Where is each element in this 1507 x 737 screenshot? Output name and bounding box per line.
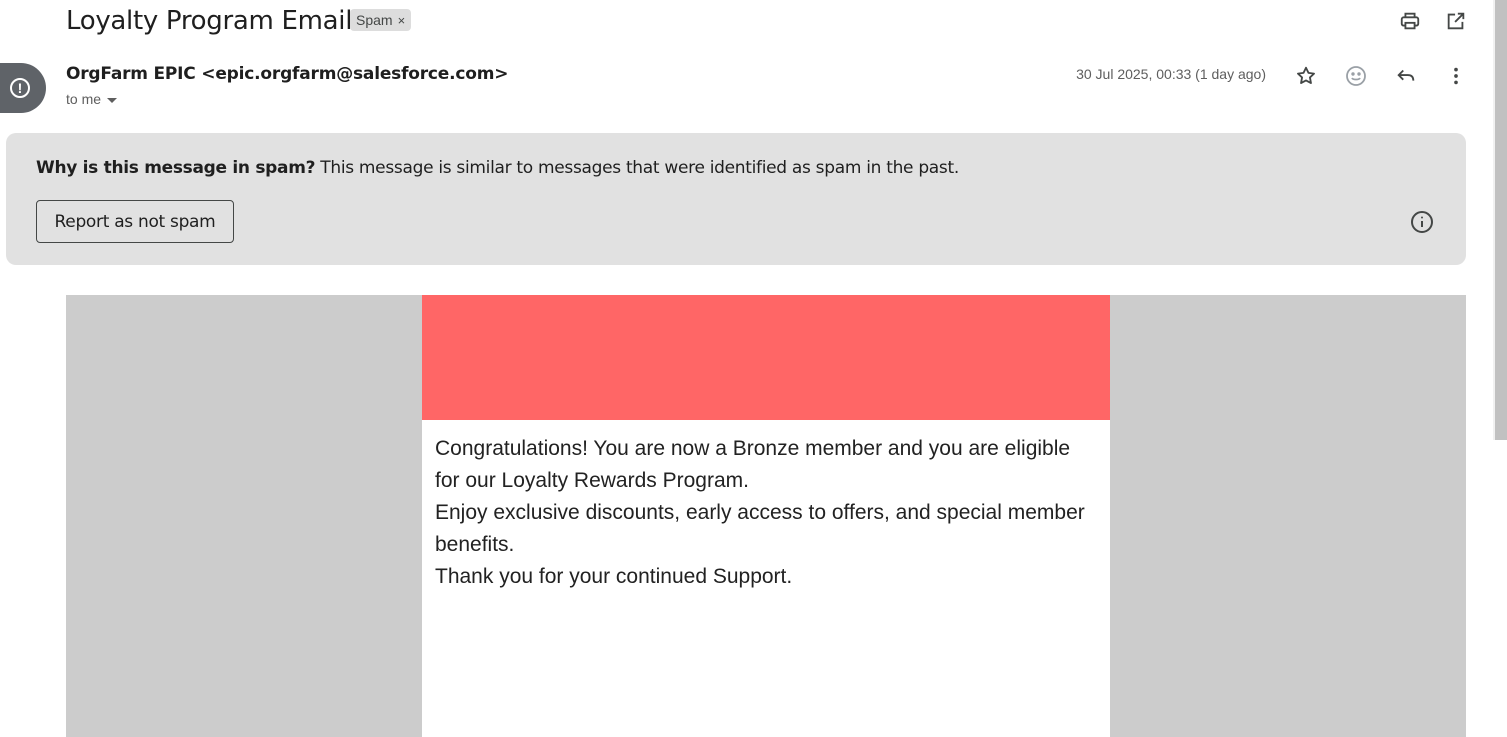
thread-actions (1397, 8, 1469, 34)
print-icon[interactable] (1397, 8, 1423, 34)
info-icon[interactable] (1410, 210, 1434, 234)
message-actions (1293, 63, 1469, 89)
spam-question: Why is this message in spam? (36, 158, 316, 178)
email-content-card: Congratulations! You are now a Bronze me… (422, 295, 1110, 737)
sender-name[interactable]: OrgFarm EPIC <epic.orgfarm@salesforce.co… (66, 64, 509, 84)
email-message-text: Congratulations! You are now a Bronze me… (422, 420, 1110, 593)
more-vert-icon[interactable] (1443, 63, 1469, 89)
scrollbar-thumb[interactable] (1495, 0, 1507, 440)
report-not-spam-button[interactable]: Report as not spam (36, 200, 234, 243)
email-paragraph: Enjoy exclusive discounts, early access … (435, 501, 1085, 556)
warning-icon: ! (10, 78, 30, 98)
spam-label-badge[interactable]: Spam × (350, 9, 412, 31)
reply-icon[interactable] (1393, 63, 1419, 89)
open-in-new-window-icon[interactable] (1443, 8, 1469, 34)
scrollbar-track[interactable] (1493, 0, 1507, 440)
spam-reason-text: Why is this message in spam? This messag… (36, 158, 959, 178)
email-body-frame: Congratulations! You are now a Bronze me… (66, 295, 1466, 737)
message-date: 30 Jul 2025, 00:33 (1 day ago) (1076, 66, 1266, 82)
emoji-icon[interactable] (1343, 63, 1369, 89)
email-paragraph: Thank you for your continued Support. (435, 565, 793, 588)
spam-warning-banner: Why is this message in spam? This messag… (6, 133, 1466, 265)
email-header-banner (422, 295, 1110, 420)
recipient-details[interactable]: to me (66, 91, 118, 107)
remove-label-icon[interactable]: × (398, 13, 406, 28)
star-icon[interactable] (1293, 63, 1319, 89)
email-view: Loyalty Program Email Spam × ! OrgFarm E… (0, 0, 1507, 737)
email-paragraph: Congratulations! You are now a Bronze me… (435, 437, 1071, 492)
chevron-down-icon[interactable] (107, 97, 118, 103)
spam-label-text: Spam (356, 12, 393, 28)
spam-explanation: This message is similar to messages that… (320, 158, 959, 178)
sender-avatar: ! (0, 63, 46, 113)
recipient-label: to me (66, 91, 102, 107)
email-subject: Loyalty Program Email (66, 6, 353, 36)
